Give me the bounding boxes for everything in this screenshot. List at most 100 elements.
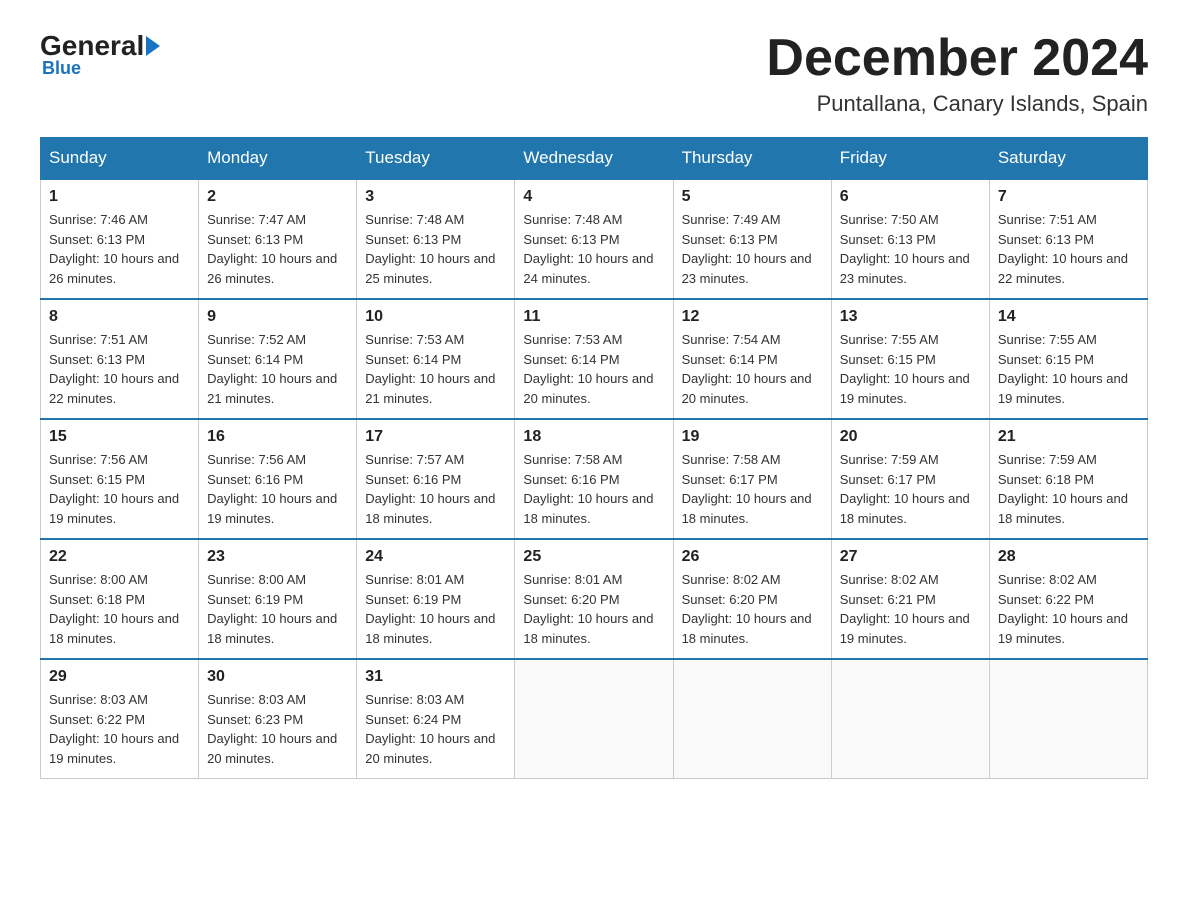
calendar-cell: 31 Sunrise: 8:03 AMSunset: 6:24 PMDayligh… (357, 659, 515, 779)
calendar-header-tuesday: Tuesday (357, 138, 515, 180)
calendar-cell: 25 Sunrise: 8:01 AMSunset: 6:20 PMDayligh… (515, 539, 673, 659)
day-info: Sunrise: 8:03 AMSunset: 6:22 PMDaylight:… (49, 690, 190, 768)
calendar-cell (673, 659, 831, 779)
day-info: Sunrise: 7:49 AMSunset: 6:13 PMDaylight:… (682, 210, 823, 288)
day-info: Sunrise: 7:59 AMSunset: 6:17 PMDaylight:… (840, 450, 981, 528)
calendar-cell: 10 Sunrise: 7:53 AMSunset: 6:14 PMDayligh… (357, 299, 515, 419)
calendar-cell: 6 Sunrise: 7:50 AMSunset: 6:13 PMDaylight… (831, 179, 989, 299)
day-number: 25 (523, 548, 664, 566)
day-number: 15 (49, 428, 190, 446)
day-number: 30 (207, 668, 348, 686)
day-info: Sunrise: 7:50 AMSunset: 6:13 PMDaylight:… (840, 210, 981, 288)
day-info: Sunrise: 7:48 AMSunset: 6:13 PMDaylight:… (365, 210, 506, 288)
calendar-cell: 28 Sunrise: 8:02 AMSunset: 6:22 PMDayligh… (989, 539, 1147, 659)
day-info: Sunrise: 7:51 AMSunset: 6:13 PMDaylight:… (998, 210, 1139, 288)
calendar-cell: 19 Sunrise: 7:58 AMSunset: 6:17 PMDayligh… (673, 419, 831, 539)
day-number: 5 (682, 188, 823, 206)
logo-blue-text: Blue (42, 58, 81, 79)
day-number: 14 (998, 308, 1139, 326)
day-number: 11 (523, 308, 664, 326)
day-number: 28 (998, 548, 1139, 566)
day-info: Sunrise: 7:56 AMSunset: 6:16 PMDaylight:… (207, 450, 348, 528)
calendar-week-row: 22 Sunrise: 8:00 AMSunset: 6:18 PMDayligh… (41, 539, 1148, 659)
calendar-cell: 7Sunrise: 7:51 AMSunset: 6:13 PMDaylight… (989, 179, 1147, 299)
day-number: 20 (840, 428, 981, 446)
day-number: 23 (207, 548, 348, 566)
calendar-header-row: SundayMondayTuesdayWednesdayThursdayFrid… (41, 138, 1148, 180)
day-info: Sunrise: 8:03 AMSunset: 6:23 PMDaylight:… (207, 690, 348, 768)
calendar-cell: 9 Sunrise: 7:52 AMSunset: 6:14 PMDaylight… (199, 299, 357, 419)
day-info: Sunrise: 7:58 AMSunset: 6:17 PMDaylight:… (682, 450, 823, 528)
day-info: Sunrise: 7:51 AMSunset: 6:13 PMDaylight:… (49, 330, 190, 408)
day-number: 24 (365, 548, 506, 566)
day-number: 21 (998, 428, 1139, 446)
calendar-header-monday: Monday (199, 138, 357, 180)
day-number: 19 (682, 428, 823, 446)
day-info: Sunrise: 7:55 AMSunset: 6:15 PMDaylight:… (840, 330, 981, 408)
calendar-cell: 13 Sunrise: 7:55 AMSunset: 6:15 PMDayligh… (831, 299, 989, 419)
day-number: 13 (840, 308, 981, 326)
day-info: Sunrise: 8:00 AMSunset: 6:18 PMDaylight:… (49, 570, 190, 648)
calendar-cell: 26Sunrise: 8:02 AMSunset: 6:20 PMDayligh… (673, 539, 831, 659)
day-info: Sunrise: 7:48 AMSunset: 6:13 PMDaylight:… (523, 210, 664, 288)
calendar-cell: 20 Sunrise: 7:59 AMSunset: 6:17 PMDayligh… (831, 419, 989, 539)
day-info: Sunrise: 7:55 AMSunset: 6:15 PMDaylight:… (998, 330, 1139, 408)
day-number: 6 (840, 188, 981, 206)
calendar-cell: 16Sunrise: 7:56 AMSunset: 6:16 PMDayligh… (199, 419, 357, 539)
calendar-cell: 22 Sunrise: 8:00 AMSunset: 6:18 PMDayligh… (41, 539, 199, 659)
calendar-header-wednesday: Wednesday (515, 138, 673, 180)
day-info: Sunrise: 8:00 AMSunset: 6:19 PMDaylight:… (207, 570, 348, 648)
calendar-week-row: 29 Sunrise: 8:03 AMSunset: 6:22 PMDayligh… (41, 659, 1148, 779)
day-number: 9 (207, 308, 348, 326)
calendar-cell: 8 Sunrise: 7:51 AMSunset: 6:13 PMDaylight… (41, 299, 199, 419)
calendar-cell: 4Sunrise: 7:48 AMSunset: 6:13 PMDaylight… (515, 179, 673, 299)
calendar-header-sunday: Sunday (41, 138, 199, 180)
calendar-cell: 24Sunrise: 8:01 AMSunset: 6:19 PMDayligh… (357, 539, 515, 659)
location-subtitle: Puntallana, Canary Islands, Spain (766, 91, 1148, 117)
day-info: Sunrise: 7:53 AMSunset: 6:14 PMDaylight:… (365, 330, 506, 408)
day-info: Sunrise: 7:57 AMSunset: 6:16 PMDaylight:… (365, 450, 506, 528)
day-number: 2 (207, 188, 348, 206)
day-number: 8 (49, 308, 190, 326)
day-info: Sunrise: 7:56 AMSunset: 6:15 PMDaylight:… (49, 450, 190, 528)
calendar-cell: 2Sunrise: 7:47 AMSunset: 6:13 PMDaylight… (199, 179, 357, 299)
day-info: Sunrise: 8:01 AMSunset: 6:20 PMDaylight:… (523, 570, 664, 648)
day-info: Sunrise: 7:59 AMSunset: 6:18 PMDaylight:… (998, 450, 1139, 528)
day-info: Sunrise: 7:52 AMSunset: 6:14 PMDaylight:… (207, 330, 348, 408)
calendar-cell: 29 Sunrise: 8:03 AMSunset: 6:22 PMDayligh… (41, 659, 199, 779)
calendar-cell (831, 659, 989, 779)
calendar-cell: 18 Sunrise: 7:58 AMSunset: 6:16 PMDayligh… (515, 419, 673, 539)
calendar-cell (515, 659, 673, 779)
day-number: 22 (49, 548, 190, 566)
day-number: 26 (682, 548, 823, 566)
day-number: 31 (365, 668, 506, 686)
day-number: 1 (49, 188, 190, 206)
calendar-cell: 23 Sunrise: 8:00 AMSunset: 6:19 PMDayligh… (199, 539, 357, 659)
day-number: 18 (523, 428, 664, 446)
calendar-cell: 5 Sunrise: 7:49 AMSunset: 6:13 PMDaylight… (673, 179, 831, 299)
calendar-cell: 27Sunrise: 8:02 AMSunset: 6:21 PMDayligh… (831, 539, 989, 659)
calendar-cell: 17Sunrise: 7:57 AMSunset: 6:16 PMDayligh… (357, 419, 515, 539)
calendar-cell: 15 Sunrise: 7:56 AMSunset: 6:15 PMDayligh… (41, 419, 199, 539)
calendar-cell: 14 Sunrise: 7:55 AMSunset: 6:15 PMDayligh… (989, 299, 1147, 419)
calendar-cell: 21 Sunrise: 7:59 AMSunset: 6:18 PMDayligh… (989, 419, 1147, 539)
calendar-cell (989, 659, 1147, 779)
calendar-cell: 11 Sunrise: 7:53 AMSunset: 6:14 PMDayligh… (515, 299, 673, 419)
day-number: 12 (682, 308, 823, 326)
day-info: Sunrise: 7:53 AMSunset: 6:14 PMDaylight:… (523, 330, 664, 408)
calendar-table: SundayMondayTuesdayWednesdayThursdayFrid… (40, 137, 1148, 779)
page-header: General Blue December 2024 Puntallana, C… (40, 30, 1148, 117)
day-number: 3 (365, 188, 506, 206)
logo-arrow-icon (146, 36, 160, 56)
day-number: 10 (365, 308, 506, 326)
day-info: Sunrise: 8:02 AMSunset: 6:22 PMDaylight:… (998, 570, 1139, 648)
day-number: 29 (49, 668, 190, 686)
day-number: 27 (840, 548, 981, 566)
day-info: Sunrise: 7:46 AMSunset: 6:13 PMDaylight:… (49, 210, 190, 288)
day-info: Sunrise: 7:58 AMSunset: 6:16 PMDaylight:… (523, 450, 664, 528)
calendar-cell: 3 Sunrise: 7:48 AMSunset: 6:13 PMDaylight… (357, 179, 515, 299)
calendar-header-thursday: Thursday (673, 138, 831, 180)
calendar-cell: 12Sunrise: 7:54 AMSunset: 6:14 PMDayligh… (673, 299, 831, 419)
logo: General Blue (40, 30, 162, 79)
day-info: Sunrise: 8:03 AMSunset: 6:24 PMDaylight:… (365, 690, 506, 768)
